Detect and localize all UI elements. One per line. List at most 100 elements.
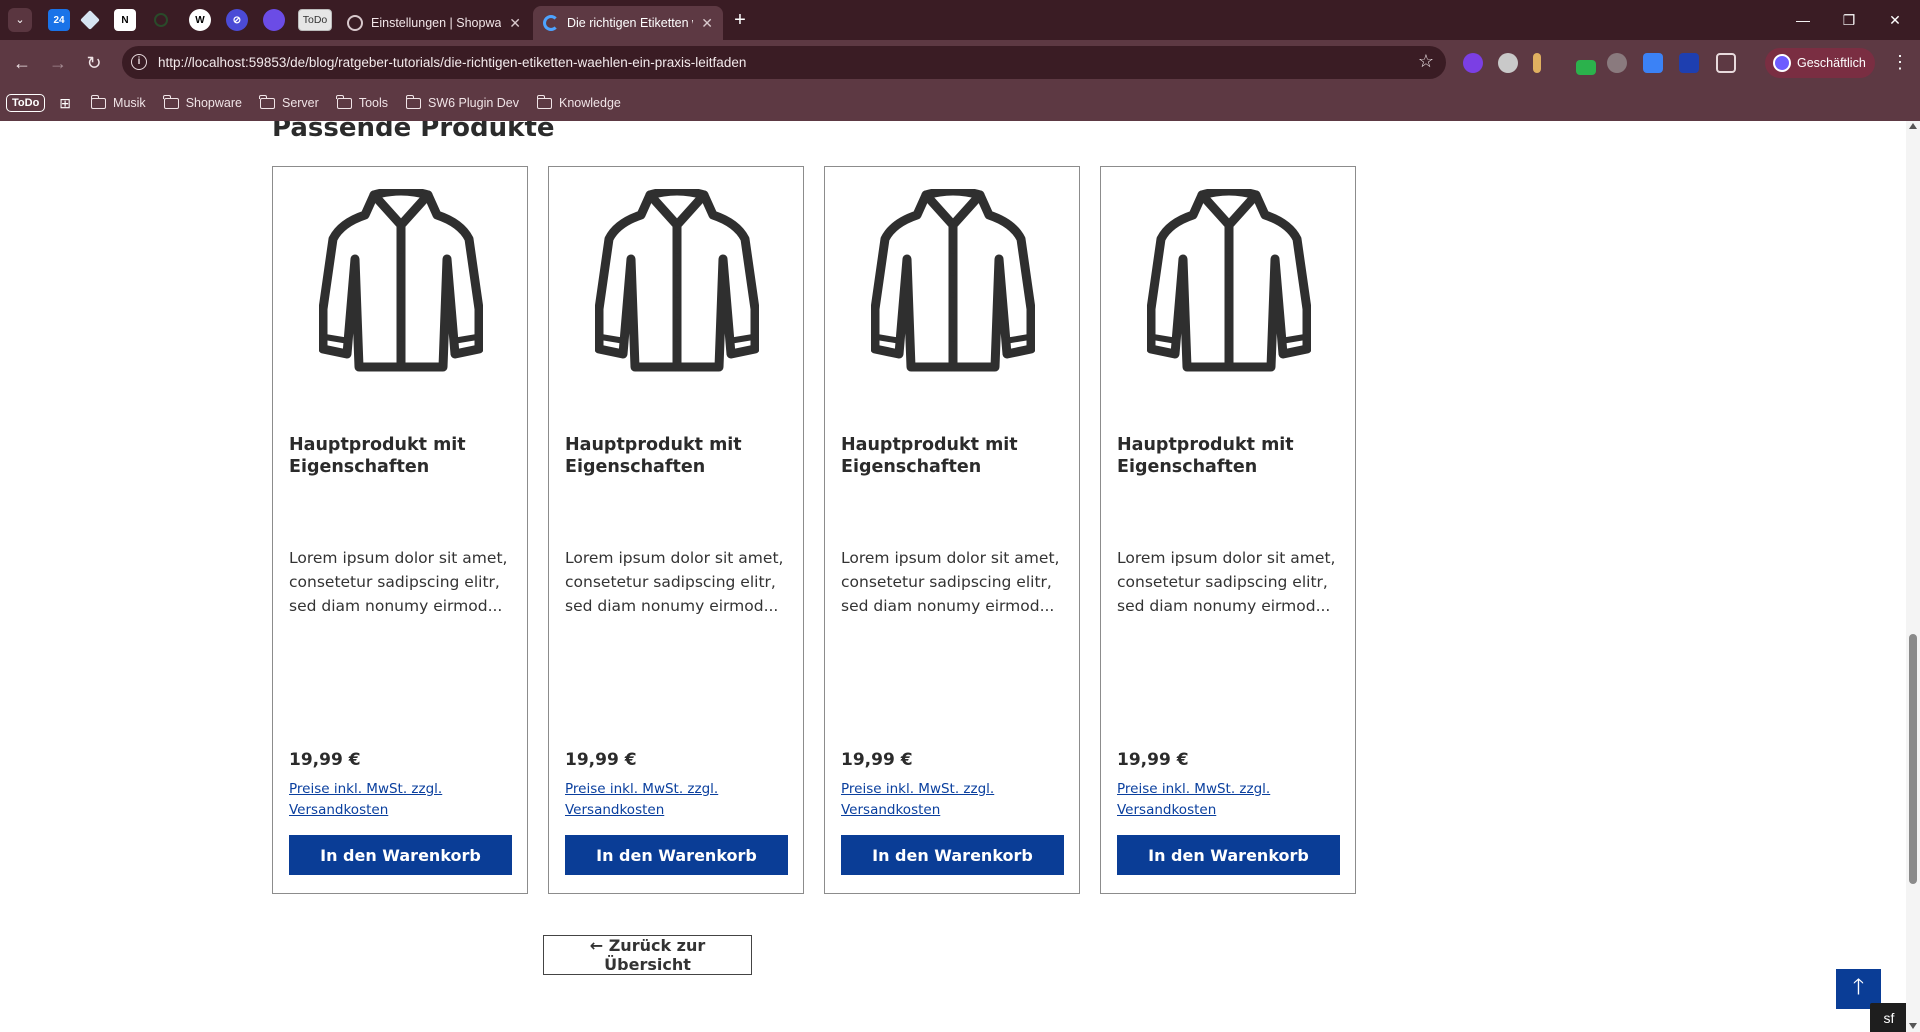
product-card: Hauptprodukt mit Eigenschaften Lorem ips… — [272, 166, 528, 894]
product-description: Lorem ipsum dolor sit amet, consetetur s… — [1117, 549, 1336, 615]
bookmark-star-icon[interactable]: ☆ — [1418, 51, 1434, 72]
folder-icon — [536, 94, 553, 109]
pinned-tab-todo[interactable]: ToDo — [298, 9, 332, 31]
extension-on-icon[interactable] — [1576, 60, 1596, 75]
scrollbar-thumb[interactable] — [1909, 634, 1917, 884]
bookmark-todo[interactable]: ToDo — [6, 94, 46, 112]
product-card: Hauptprodukt mit Eigenschaften Lorem ips… — [1100, 166, 1356, 894]
profile-button[interactable]: Geschäftlich — [1765, 48, 1875, 78]
symfony-toolbar-icon[interactable]: sf — [1870, 1003, 1908, 1032]
tab-title: Die richtigen Etiketten wählen | — [567, 16, 693, 30]
folder-icon — [259, 94, 275, 109]
jacket-icon[interactable] — [1147, 189, 1311, 373]
folder-icon — [336, 94, 352, 109]
product-card: Hauptprodukt mit Eigenschaften Lorem ips… — [548, 166, 804, 894]
minimize-button[interactable]: — — [1780, 0, 1826, 40]
product-price: 19,99 € — [289, 750, 361, 770]
shopware-icon — [543, 15, 559, 31]
reload-button[interactable]: ↻ — [80, 49, 108, 77]
back-nav-button[interactable]: ← — [8, 49, 36, 77]
forward-nav-button[interactable]: → — [44, 49, 72, 77]
restore-button[interactable]: ❐ — [1826, 0, 1872, 40]
close-icon[interactable]: ✕ — [509, 15, 521, 32]
browser-menu-icon[interactable]: ⋮ — [1890, 52, 1910, 73]
folder-icon — [163, 94, 179, 109]
add-to-cart-button[interactable]: In den Warenkorb — [1117, 835, 1340, 875]
bookmark-label: Tools — [358, 96, 388, 110]
product-card: Hauptprodukt mit Eigenschaften Lorem ips… — [824, 166, 1080, 894]
product-name[interactable]: Hauptprodukt mit Eigenschaften — [1117, 434, 1342, 478]
browser-tab-strip: ⌄ 24 N W ⊘ ToDo Einstellungen | Shopware… — [0, 0, 1920, 40]
pinned-tab-circle[interactable] — [150, 9, 172, 31]
page-scrollbar[interactable] — [1906, 121, 1920, 1032]
vat-shipping-link[interactable]: Preise inkl. MwSt. zzgl. Versandkosten — [1117, 779, 1317, 821]
extension-translate-icon[interactable] — [1643, 53, 1663, 73]
bookmark-folder-server[interactable]: Server — [259, 94, 319, 110]
apps-grid-icon[interactable]: ⊞ — [59, 95, 71, 112]
scroll-up-arrow-icon[interactable] — [1909, 123, 1917, 129]
bookmark-folder-knowledge[interactable]: Knowledge — [536, 94, 621, 110]
product-price: 19,99 € — [841, 750, 913, 770]
pinned-tab-cube[interactable] — [79, 9, 101, 31]
extension-gear-icon[interactable] — [1463, 53, 1483, 73]
window-close-button[interactable]: ✕ — [1872, 0, 1918, 40]
pinned-tab-shield[interactable]: ⊘ — [226, 9, 248, 31]
vat-shipping-link[interactable]: Preise inkl. MwSt. zzgl. Versandkosten — [565, 779, 765, 821]
pinned-tab-wordpress[interactable]: W — [189, 9, 211, 31]
extensions-puzzle-icon[interactable] — [1716, 53, 1736, 73]
bookmark-folder-sw6-plugin-dev[interactable]: SW6 Plugin Dev — [405, 94, 519, 110]
pinned-tab-calendar[interactable]: 24 — [48, 9, 70, 31]
bookmark-label: Shopware — [185, 96, 242, 110]
product-name[interactable]: Hauptprodukt mit Eigenschaften — [841, 434, 1066, 478]
section-title: Passende Produkte — [272, 121, 555, 143]
bookmark-label: Knowledge — [559, 96, 621, 110]
pinned-tab-notion[interactable]: N — [114, 9, 136, 31]
tab-shopware-admin[interactable]: Einstellungen | Shopware Admi ✕ — [337, 6, 531, 40]
product-name[interactable]: Hauptprodukt mit Eigenschaften — [289, 434, 514, 478]
product-price: 19,99 € — [565, 750, 637, 770]
bookmark-folder-shopware[interactable]: Shopware — [163, 94, 242, 110]
arrow-up-icon: 🡑 — [1852, 974, 1865, 999]
tab-search-button[interactable]: ⌄ — [8, 8, 32, 32]
scroll-down-arrow-icon[interactable] — [1909, 1023, 1917, 1029]
jacket-icon[interactable] — [595, 189, 759, 373]
profile-label: Geschäftlich — [1797, 56, 1866, 70]
notion-icon: N — [121, 14, 129, 26]
add-to-cart-button[interactable]: In den Warenkorb — [289, 835, 512, 875]
extension-temperature-icon[interactable] — [1533, 53, 1541, 73]
product-description: Lorem ipsum dolor sit amet, consetetur s… — [565, 549, 784, 615]
todo-icon: ToDo — [302, 14, 328, 26]
browser-toolbar: ← → ↻ i http://localhost:59853/de/blog/r… — [0, 40, 1920, 85]
folder-icon — [405, 94, 421, 109]
cube-icon — [80, 10, 100, 30]
pinned-tab-purple[interactable] — [263, 9, 285, 31]
shield-icon: ⊘ — [232, 14, 242, 26]
product-description: Lorem ipsum dolor sit amet, consetetur s… — [289, 549, 508, 615]
calendar-icon: 24 — [53, 14, 65, 26]
add-to-cart-button[interactable]: In den Warenkorb — [565, 835, 788, 875]
vat-shipping-link[interactable]: Preise inkl. MwSt. zzgl. Versandkosten — [841, 779, 1041, 821]
extension-shield-icon[interactable] — [1679, 53, 1699, 73]
wordpress-icon: W — [195, 14, 205, 26]
add-to-cart-button[interactable]: In den Warenkorb — [841, 835, 1064, 875]
avatar — [1773, 54, 1791, 72]
extension-glasses-icon[interactable] — [1498, 53, 1518, 73]
address-bar[interactable]: i http://localhost:59853/de/blog/ratgebe… — [122, 46, 1446, 79]
back-to-overview-button[interactable]: ← Zurück zur Übersicht — [543, 935, 752, 975]
bookmark-folder-tools[interactable]: Tools — [336, 94, 388, 110]
bookmarks-bar: ToDo ⊞ Musik Shopware Server Tools SW6 P… — [0, 85, 1920, 121]
url-text[interactable]: http://localhost:59853/de/blog/ratgeber-… — [158, 55, 746, 70]
extension-bug-icon[interactable] — [1607, 53, 1627, 73]
tab-title: Einstellungen | Shopware Admi — [371, 16, 502, 30]
tab-blog-article[interactable]: Die richtigen Etiketten wählen | ✕ — [533, 6, 723, 40]
vat-shipping-link[interactable]: Preise inkl. MwSt. zzgl. Versandkosten — [289, 779, 489, 821]
site-info-icon[interactable]: i — [131, 54, 147, 70]
gear-icon — [347, 15, 363, 31]
new-tab-button[interactable]: + — [727, 8, 753, 34]
jacket-icon[interactable] — [319, 189, 483, 373]
product-name[interactable]: Hauptprodukt mit Eigenschaften — [565, 434, 790, 478]
jacket-icon[interactable] — [871, 189, 1035, 373]
product-description: Lorem ipsum dolor sit amet, consetetur s… — [841, 549, 1060, 615]
close-icon[interactable]: ✕ — [701, 15, 713, 32]
bookmark-folder-musik[interactable]: Musik — [90, 94, 146, 110]
